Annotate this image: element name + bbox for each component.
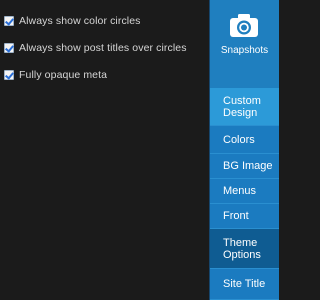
option-always-show-color-circles[interactable]: Always show color circles: [4, 14, 141, 28]
sidebar-item-custom-design[interactable]: Custom Design: [210, 88, 279, 126]
option-always-show-post-titles[interactable]: Always show post titles over circles: [4, 41, 187, 55]
sidebar: Snapshots Custom Design Colors BG Image …: [209, 0, 279, 300]
checkbox-fully-opaque-meta[interactable]: [4, 70, 14, 80]
sidebar-item-front[interactable]: Front: [210, 204, 279, 229]
snapshots-label: Snapshots: [220, 45, 269, 56]
sidebar-item-colors[interactable]: Colors: [210, 126, 279, 154]
options-panel: Always show color circles Always show po…: [0, 0, 209, 300]
option-label: Fully opaque meta: [19, 69, 108, 81]
option-label: Always show post titles over circles: [19, 42, 187, 54]
sidebar-item-menus[interactable]: Menus: [210, 179, 279, 204]
camera-icon: [230, 14, 258, 37]
checkbox-always-show-color-circles[interactable]: [4, 16, 14, 26]
option-fully-opaque-meta[interactable]: Fully opaque meta: [4, 68, 107, 82]
sidebar-spacer: [210, 80, 279, 88]
sidebar-item-site-title[interactable]: Site Title: [210, 269, 279, 300]
checkbox-always-show-post-titles[interactable]: [4, 43, 14, 53]
app-root: Always show color circles Always show po…: [0, 0, 279, 300]
option-label: Always show color circles: [19, 15, 141, 27]
snapshots-button[interactable]: Snapshots: [210, 0, 279, 80]
sidebar-item-theme-options[interactable]: Theme Options: [210, 229, 279, 269]
sidebar-item-bg-image[interactable]: BG Image: [210, 154, 279, 179]
